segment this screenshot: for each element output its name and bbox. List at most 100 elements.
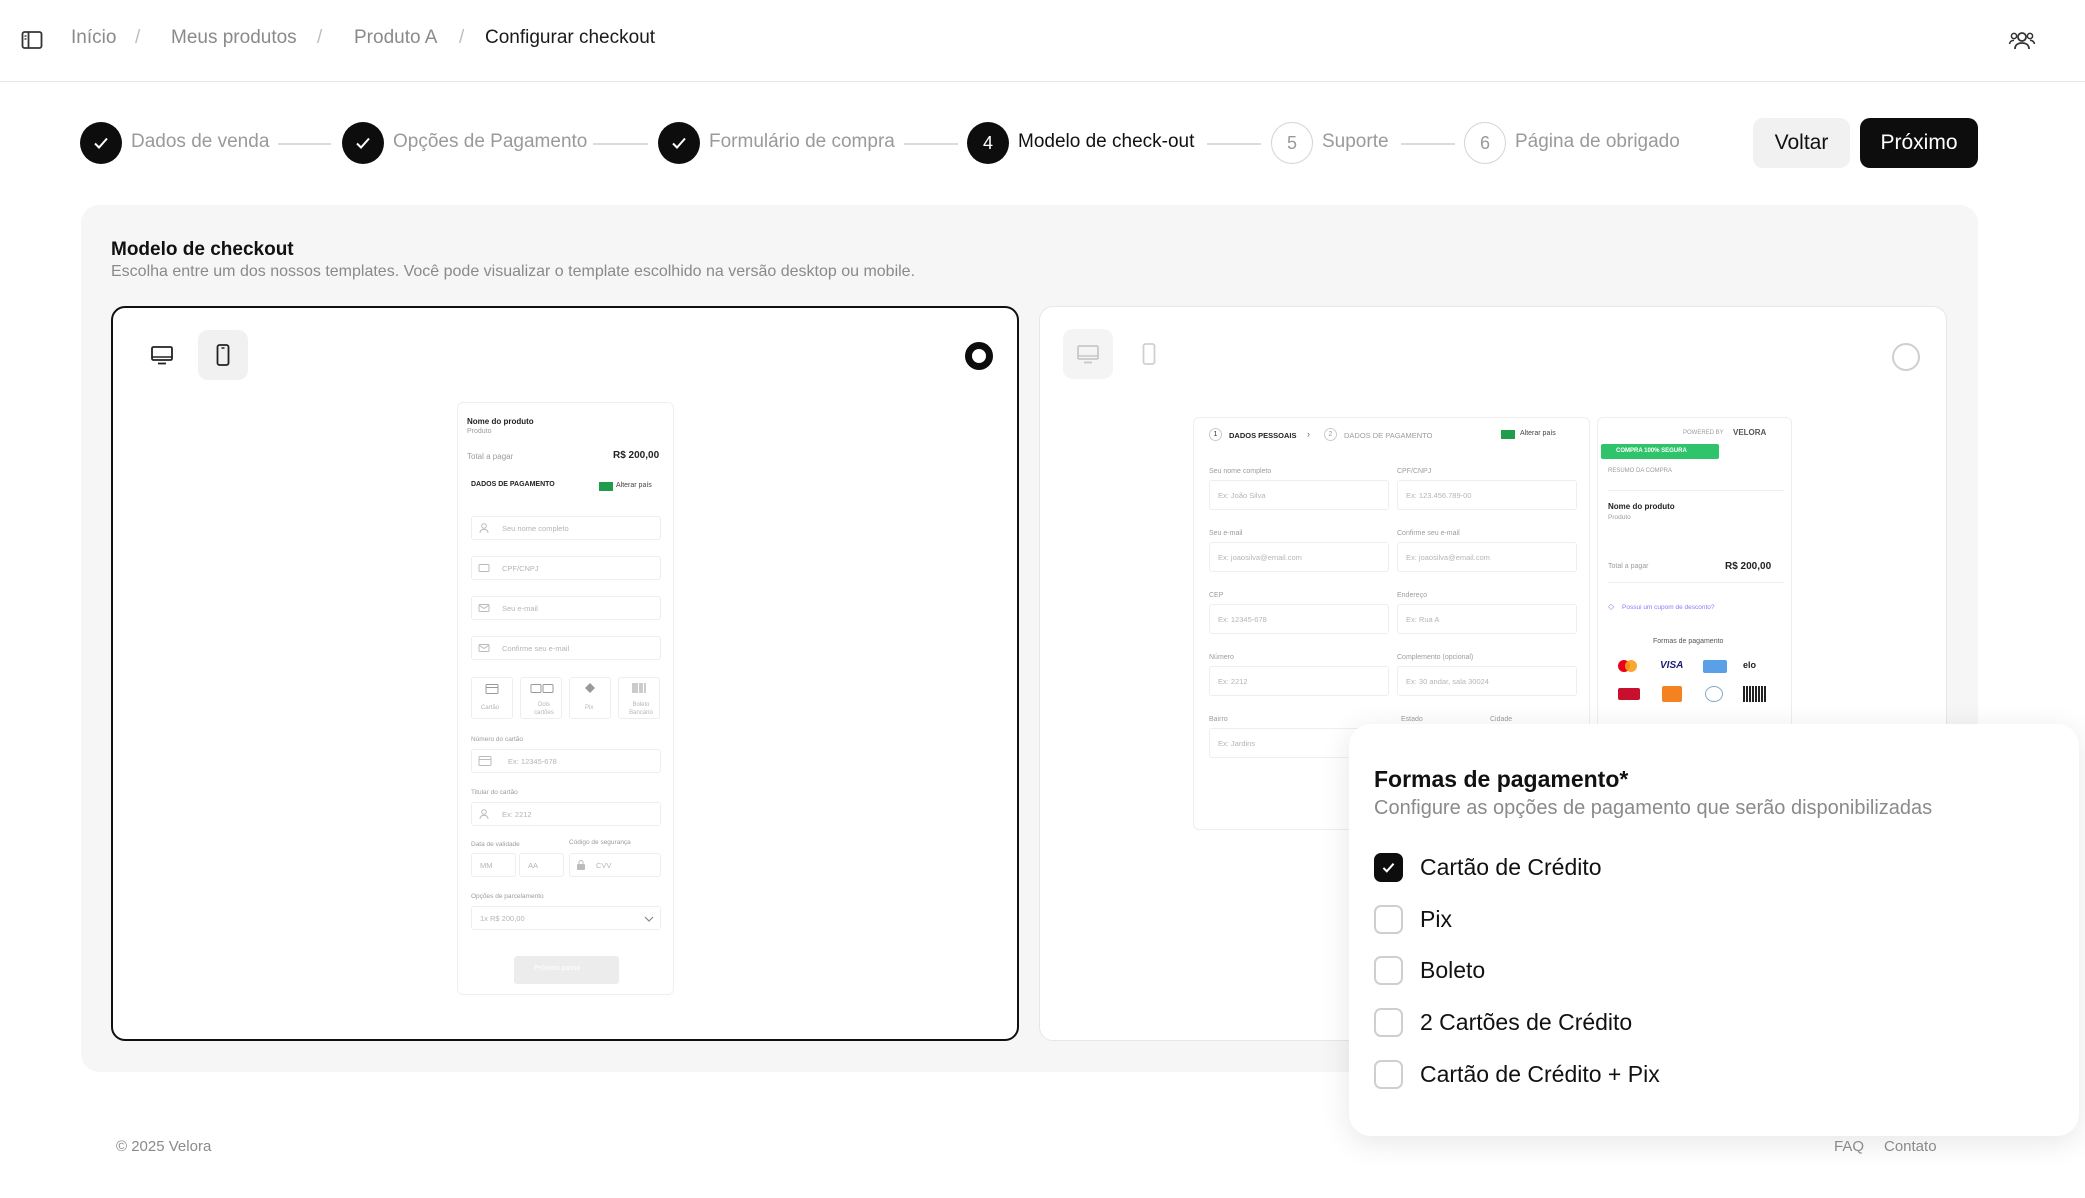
preview-payment-heading: DADOS DE PAGAMENTO [471,481,555,488]
step-connector [1207,143,1261,145]
popover-title: Formas de pagamento* [1374,766,1629,792]
step-6-number[interactable]: 6 [1464,122,1506,164]
sidebar-toggle-icon[interactable] [20,28,44,52]
preview-methods-heading: Formas de pagamento [1653,638,1724,645]
divider [1608,490,1784,491]
checkbox-checked[interactable] [1374,852,1403,882]
step-4-label[interactable]: Modelo de check-out [1018,131,1194,153]
checkbox[interactable] [1374,1007,1403,1037]
preview-field: MM [471,853,516,877]
step-3-label[interactable]: Formulário de compra [709,131,895,153]
preview-field: CPF/CNPJ [471,556,661,580]
preview-field-label: Estado [1401,716,1423,723]
preview-field: Ex: 30 andar, sala 30024 [1397,666,1577,696]
preview-field: Confirme seu e-mail [471,636,661,660]
breadcrumb-separator: / [459,27,465,48]
preview-field: Ex: joaosilva@email.com [1209,542,1389,572]
preview-field-label: Seu e-mail [1209,530,1243,537]
breadcrumb-home[interactable]: Início [71,27,116,49]
preview-expiry-label: Data de validade [471,841,520,848]
step-5-label[interactable]: Suporte [1322,131,1389,153]
preview-field-label: Confirme seu e-mail [1397,530,1460,537]
preview-summary-product: Nome do produto [1608,502,1675,511]
step-3-check-icon[interactable] [658,122,700,164]
option-boleto[interactable]: Boleto [1374,954,1485,986]
template-radio-selected[interactable] [965,342,993,370]
brazil-flag-icon [599,482,613,491]
step-connector [278,143,331,145]
preview-field-label: CEP [1209,592,1224,599]
preview-field-label: Cidade [1490,716,1513,723]
barcode-icon [632,683,646,693]
chevron-down-icon [644,916,654,922]
option-credit-card-plus-pix[interactable]: Cartão de Crédito + Pix [1374,1058,1660,1090]
preview-summary-heading: RESUMO DA COMPRA [1608,468,1673,474]
elo-icon: elo [1743,660,1757,670]
desktop-view-button[interactable] [137,330,187,380]
preview-field: Ex: João Silva [1209,480,1389,510]
users-icon[interactable] [2008,27,2036,55]
desktop-view-button[interactable] [1063,329,1113,379]
option-credit-card[interactable]: Cartão de Crédito [1374,851,1602,883]
checkbox[interactable] [1374,955,1403,985]
step-2-check-icon[interactable] [342,122,384,164]
preview-step-badge: 1 [1209,428,1222,441]
template-radio-unselected[interactable] [1892,343,1920,371]
step-1-label[interactable]: Dados de venda [131,131,269,153]
preview-installments-select: 1x R$ 200,00 [471,906,661,930]
preview-cvv-label: Código de segurança [569,839,631,846]
check-icon [1382,862,1395,873]
preview-step-badge: 2 [1324,428,1337,441]
preview-field: Seu nome completo [471,516,661,540]
next-button[interactable]: Próximo [1860,118,1978,168]
breadcrumb-separator: / [317,27,323,48]
preview-field: Seu e-mail [471,596,661,620]
brazil-flag-icon [1501,430,1515,439]
mobile-view-button[interactable] [198,330,248,380]
pix-icon [1705,686,1723,702]
visa-icon: VISA [1660,660,1684,671]
mobile-view-button[interactable] [1124,329,1174,379]
preview-field: AA [519,853,564,877]
preview-card-number-label: Número do cartão [471,736,524,743]
two-cards-icon [530,684,554,693]
divider [1608,582,1784,583]
option-label: Boleto [1420,956,1486,983]
user-icon [479,523,489,534]
preview-field-label: Bairro [1209,716,1228,723]
step-4-number[interactable]: 4 [967,122,1009,164]
amex-icon [1703,660,1727,673]
preview-field: Ex: 123.456.789-00 [1397,480,1577,510]
option-label: Cartão de Crédito + Pix [1420,1060,1660,1087]
preview-coupon-link: Possui um cupom de desconto? [1622,604,1715,611]
template-card-mobile[interactable]: Nome do produto Produto Total a pagar R$… [111,306,1019,1041]
option-pix[interactable]: Pix [1374,903,1452,935]
step-6-label[interactable]: Página de obrigado [1515,131,1680,153]
breadcrumb-products[interactable]: Meus produtos [171,27,297,49]
checkbox[interactable] [1374,1059,1403,1089]
footer-faq-link[interactable]: FAQ [1834,1138,1864,1155]
preview-change-country: Alterar país [616,482,652,489]
checkbox[interactable] [1374,904,1403,934]
option-label: 2 Cartões de Crédito [1420,1008,1633,1035]
step-2-label[interactable]: Opções de Pagamento [393,131,587,153]
preview-total-value: R$ 200,00 [613,450,660,461]
id-card-icon [478,564,490,572]
hipercard-icon [1618,688,1640,700]
footer-contact-link[interactable]: Contato [1884,1138,1937,1155]
option-two-credit-cards[interactable]: 2 Cartões de Crédito [1374,1006,1632,1038]
preview-step2: DADOS DE PAGAMENTO [1344,431,1433,440]
preview-installments-label: Opções de parcelamento [471,893,544,900]
step-5-number[interactable]: 5 [1271,122,1313,164]
breadcrumb-product[interactable]: Produto A [354,27,437,49]
footer-copyright: © 2025 Velora [116,1138,212,1155]
popover-subtitle: Configure as opções de pagamento que ser… [1374,797,1933,819]
preview-brand: VELORA [1733,428,1767,437]
preview-change-country: Alterar país [1520,430,1556,437]
preview-summary-total-label: Total a pagar [1608,563,1649,570]
step-1-check-icon[interactable] [80,122,122,164]
preview-field: Ex: Rua A [1397,604,1577,634]
barcode-icon [1743,686,1767,702]
option-label: Cartão de Crédito [1420,853,1602,880]
back-button[interactable]: Voltar [1753,118,1850,168]
